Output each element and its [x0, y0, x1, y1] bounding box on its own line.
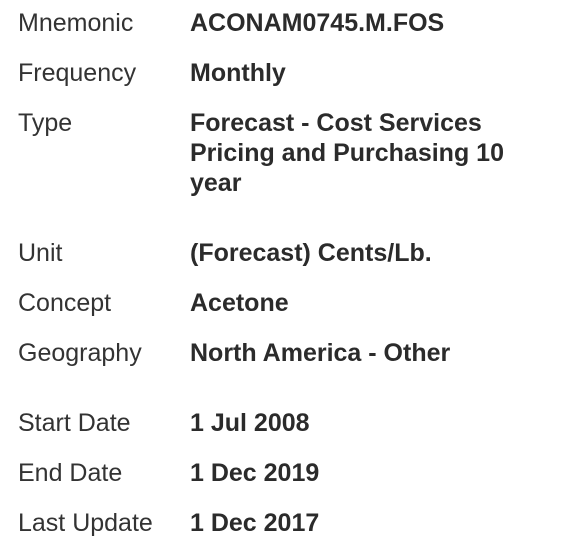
geography-value: North America - Other — [190, 339, 451, 367]
end-date-row: End Date 1 Dec 2019 — [18, 458, 558, 488]
last-update-label: Last Update — [18, 509, 153, 537]
type-value: Forecast - Cost Services Pricing and Pur… — [190, 109, 504, 197]
type-row: Type Forecast - Cost Services Pricing an… — [18, 108, 558, 198]
type-label: Type — [18, 109, 73, 137]
geography-label: Geography — [18, 339, 142, 367]
geography-row: Geography North America - Other — [18, 338, 558, 368]
last-update-row: Last Update 1 Dec 2017 — [18, 508, 558, 538]
mnemonic-value: ACONAM0745.M.FOS — [190, 9, 445, 37]
end-date-label: End Date — [18, 459, 123, 487]
start-date-value: 1 Jul 2008 — [190, 409, 310, 437]
frequency-row: Frequency Monthly — [18, 58, 558, 88]
concept-value: Acetone — [190, 289, 289, 317]
unit-row: Unit (Forecast) Cents/Lb. — [18, 238, 558, 268]
unit-label: Unit — [18, 239, 63, 267]
last-update-value: 1 Dec 2017 — [190, 509, 320, 537]
concept-label: Concept — [18, 289, 112, 317]
mnemonic-label: Mnemonic — [18, 9, 134, 37]
unit-value: (Forecast) Cents/Lb. — [190, 239, 432, 267]
frequency-label: Frequency — [18, 59, 137, 87]
concept-row: Concept Acetone — [18, 288, 558, 318]
start-date-row: Start Date 1 Jul 2008 — [18, 408, 558, 438]
start-date-label: Start Date — [18, 409, 131, 437]
series-details-panel: Mnemonic ACONAM0745.M.FOS Frequency Mont… — [18, 8, 558, 538]
end-date-value: 1 Dec 2019 — [190, 459, 320, 487]
mnemonic-row: Mnemonic ACONAM0745.M.FOS — [18, 8, 558, 38]
frequency-value: Monthly — [190, 59, 286, 87]
